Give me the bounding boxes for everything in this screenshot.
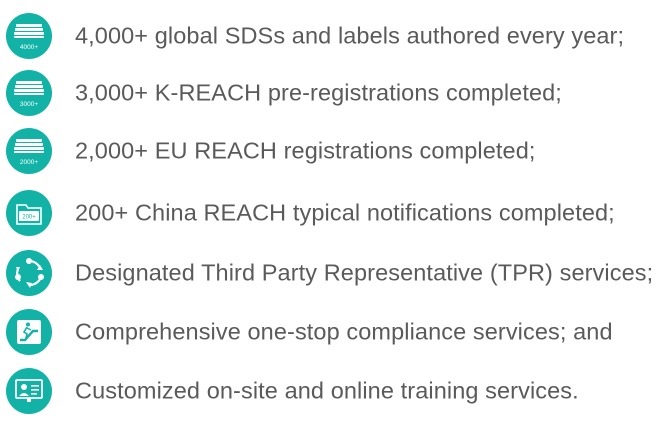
item-text: Comprehensive one-stop compliance servic… [75,318,613,345]
list-item: 200+ 200+ China REACH typical notificati… [0,183,661,243]
achievements-list: 4000+ 4,000+ global SDSs and labels auth… [0,0,661,414]
escalator-icon [6,309,52,355]
item-text: 3,000+ K-REACH pre-registrations complet… [75,79,562,106]
svg-text:4000+: 4000+ [20,44,38,51]
svg-text:3000+: 3000+ [20,101,38,108]
presentation-icon [6,368,52,414]
stacked-documents-icon: 4000+ [6,13,52,59]
item-text: Customized on-site and online training s… [75,377,579,404]
list-item: 2000+ 2,000+ EU REACH registrations comp… [0,121,661,181]
folder-icon: 200+ [6,190,52,236]
item-text: 200+ China REACH typical notifications c… [75,199,615,226]
item-text: Designated Third Party Representative (T… [75,259,654,286]
list-item: 3000+ 3,000+ K-REACH pre-registrations c… [0,63,661,123]
stacked-documents-icon: 3000+ [6,70,52,116]
list-item: Comprehensive one-stop compliance servic… [0,302,661,362]
list-item: Customized on-site and online training s… [0,361,661,421]
list-item: Designated Third Party Representative (T… [0,243,661,303]
item-text: 2,000+ EU REACH registrations completed; [75,137,536,164]
stacked-documents-icon: 2000+ [6,128,52,174]
svg-text:200+: 200+ [22,215,36,221]
svg-text:2000+: 2000+ [20,159,38,166]
list-item: 4000+ 4,000+ global SDSs and labels auth… [0,6,661,66]
cycle-arrows-icon [6,250,52,296]
item-text: 4,000+ global SDSs and labels authored e… [75,22,625,49]
